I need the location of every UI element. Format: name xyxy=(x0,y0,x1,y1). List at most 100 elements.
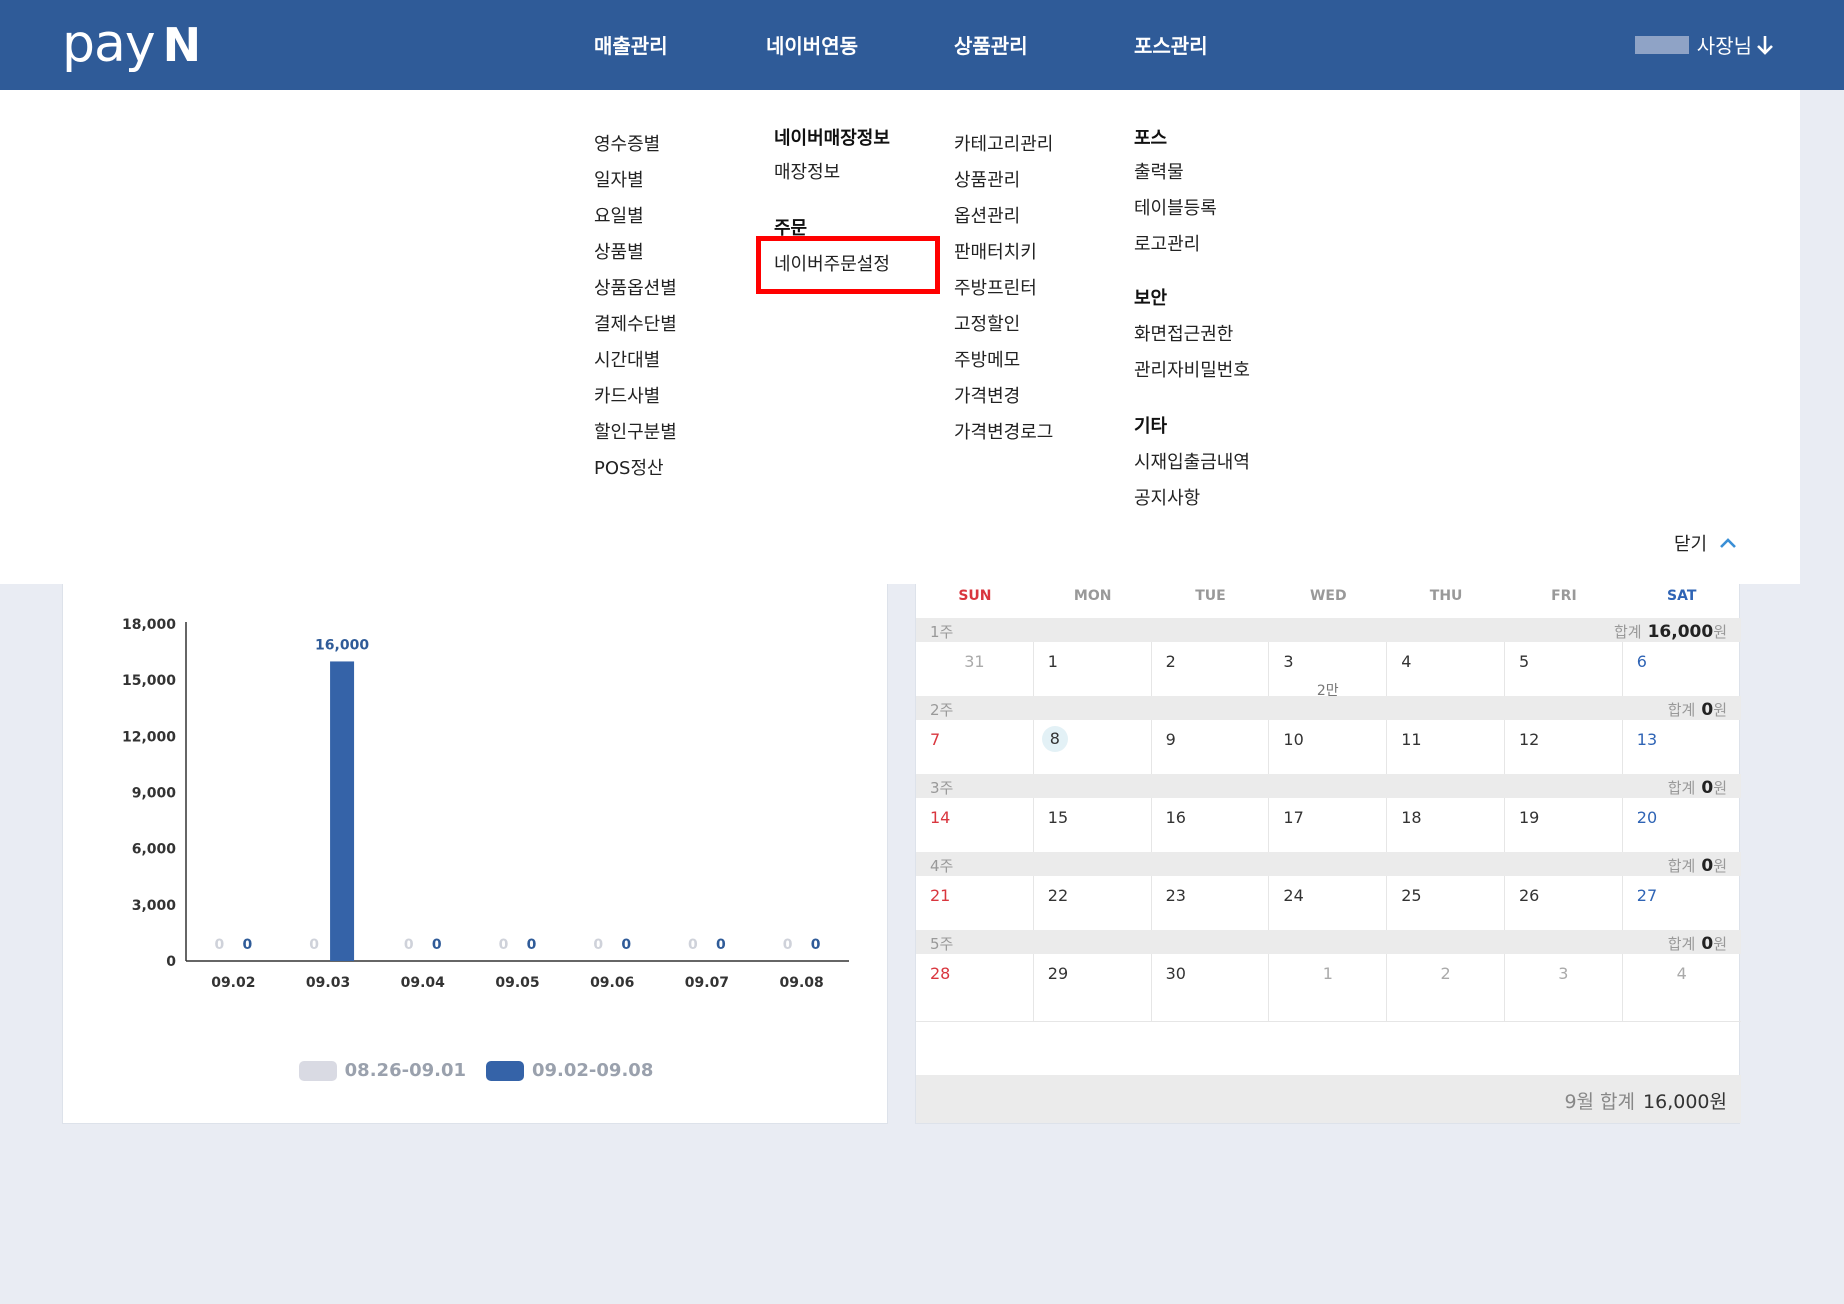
calendar-day[interactable]: 2 xyxy=(1387,954,1505,1022)
dow-sun: SUN xyxy=(958,588,992,604)
legend-label-previous: 08.26-09.01 xyxy=(344,1060,466,1081)
week-sum-label: 합계 xyxy=(1667,779,1696,797)
legend-current-week[interactable]: 09.02-09.08 xyxy=(486,1060,653,1081)
day-number: 1 xyxy=(1047,652,1058,671)
calendar-day[interactable]: 28 xyxy=(916,954,1034,1022)
dow-mon: MON xyxy=(1073,588,1112,604)
day-number: 4 xyxy=(1676,964,1687,983)
week-total: 합계 0원 xyxy=(1668,777,1727,798)
close-label: 닫기 xyxy=(1674,534,1708,555)
day-number: 6 xyxy=(1636,652,1647,671)
menu-notice[interactable]: 공지사항 xyxy=(1134,484,1200,510)
menu-store-info[interactable]: 매장정보 xyxy=(774,158,840,184)
week-sum-label: 합계 xyxy=(1667,857,1696,875)
close-menu-button[interactable]: 닫기 xyxy=(1674,530,1737,556)
pos-heading: 포스 xyxy=(1134,128,1168,149)
menu-by-payment-method[interactable]: 결제수단별 xyxy=(594,310,677,336)
menu-by-weekday[interactable]: 요일별 xyxy=(594,202,644,228)
menu-price-change[interactable]: 가격변경 xyxy=(954,382,1020,408)
legend-previous-week[interactable]: 08.26-09.01 xyxy=(298,1060,466,1081)
chart-legend: 08.26-09.01 09.02-09.08 xyxy=(63,1060,889,1081)
day-number: 20 xyxy=(1636,808,1658,827)
data-label-current: 16,000 xyxy=(315,637,369,653)
week-sum-value: 16,000 xyxy=(1647,622,1714,642)
bar-current-09.03 xyxy=(330,661,355,961)
day-number: 1 xyxy=(1322,964,1333,983)
menu-cash-in-out[interactable]: 시재입출금내역 xyxy=(1134,448,1250,474)
menu-screen-access[interactable]: 화면접근권한 xyxy=(1134,320,1233,346)
day-number: 21 xyxy=(930,886,951,905)
menu-by-day[interactable]: 일자별 xyxy=(594,166,644,192)
menu-table-registration[interactable]: 테이블등록 xyxy=(1134,194,1217,220)
menu-product-management[interactable]: 상품관리 xyxy=(954,166,1020,192)
x-tick-label: 09.04 xyxy=(401,975,446,991)
week-summary-bar: 1주 합계 16,000원 xyxy=(916,618,1741,642)
menu-by-product[interactable]: 상품별 xyxy=(594,238,644,264)
week-summary-bar: 3주 합계 0원 xyxy=(916,774,1741,798)
x-tick-label: 09.05 xyxy=(495,975,539,991)
calendar-day[interactable]: 1 xyxy=(1269,954,1388,1022)
menu-category-management[interactable]: 카테고리관리 xyxy=(954,130,1053,156)
day-number: 8 xyxy=(1041,726,1068,752)
week-sum-currency: 원 xyxy=(1713,701,1727,719)
month-total-bar: 9월 합계 16,000원 xyxy=(916,1075,1741,1123)
x-tick-label: 09.07 xyxy=(685,975,729,991)
month-total-label: 9월 합계 xyxy=(1564,1091,1636,1113)
menu-kitchen-memo[interactable]: 주방메모 xyxy=(954,346,1020,372)
menu-printout[interactable]: 출력물 xyxy=(1134,158,1184,184)
y-tick-label: 15,000 xyxy=(122,673,176,689)
calendar-day[interactable]: 4 xyxy=(1623,954,1741,1022)
payn-logo[interactable]: pay N xyxy=(62,14,201,74)
menu-by-product-option[interactable]: 상품옵션별 xyxy=(594,274,677,300)
week-sum-value: 0 xyxy=(1701,778,1714,798)
day-number: 10 xyxy=(1283,730,1304,749)
nav-naver-integration[interactable]: 네이버연동 xyxy=(766,30,858,59)
y-tick-label: 12,000 xyxy=(122,729,176,745)
naver-store-info-heading: 네이버매장정보 xyxy=(774,128,890,149)
menu-price-change-log[interactable]: 가격변경로그 xyxy=(954,418,1053,444)
day-number: 2 xyxy=(1165,652,1176,671)
menu-by-receipt[interactable]: 영수증별 xyxy=(594,130,660,156)
nav-product-management[interactable]: 상품관리 xyxy=(954,30,1028,59)
week-sum-value: 0 xyxy=(1701,934,1714,954)
y-tick-label: 18,000 xyxy=(122,617,176,633)
calendar-day[interactable]: 30 xyxy=(1152,954,1270,1022)
week-summary-bar: 5주 합계 0원 xyxy=(916,930,1741,954)
x-tick-label: 09.03 xyxy=(306,975,350,991)
user-menu[interactable]: 사장님 xyxy=(1634,30,1774,59)
data-label-current: 0 xyxy=(811,937,821,953)
menu-fixed-discount[interactable]: 고정할인 xyxy=(954,310,1020,336)
menu-pos-settlement[interactable]: POS정산 xyxy=(594,454,664,480)
week-label: 4주 xyxy=(930,857,954,875)
menu-by-time[interactable]: 시간대별 xyxy=(594,346,660,372)
menu-by-card-company[interactable]: 카드사별 xyxy=(594,382,660,408)
security-heading: 보안 xyxy=(1134,288,1168,309)
day-number: 25 xyxy=(1401,886,1422,905)
sales-chart-panel: 0 3,000 6,000 9,000 12,000 15,000 18,000 0 0 09.0… xyxy=(62,584,888,1124)
menu-option-management[interactable]: 옵션관리 xyxy=(954,202,1020,228)
data-label-previous: 0 xyxy=(688,937,698,953)
data-label-previous: 0 xyxy=(783,937,793,953)
user-name-redacted xyxy=(1634,35,1689,54)
week-total: 합계 0원 xyxy=(1668,699,1727,720)
week-sum-label: 합계 xyxy=(1667,701,1696,719)
logo-mark: N xyxy=(162,18,202,72)
calendar-day[interactable]: 3 xyxy=(1505,954,1623,1022)
menu-by-discount[interactable]: 할인구분별 xyxy=(594,418,677,444)
dow-thu: THU xyxy=(1429,588,1463,604)
calendar-day[interactable]: 29 xyxy=(1034,954,1152,1022)
day-number: 3 xyxy=(1283,652,1294,671)
menu-kitchen-printer[interactable]: 주방프린터 xyxy=(954,274,1037,300)
monthly-calendar: SUN MON TUE WED THU FRI SAT 1주 합계 16,000원 3… xyxy=(915,584,1741,1124)
week-sum-value: 0 xyxy=(1701,700,1714,720)
nav-sales-management[interactable]: 매출관리 xyxy=(594,30,668,59)
day-number: 7 xyxy=(930,730,941,749)
menu-logo-management[interactable]: 로고관리 xyxy=(1134,230,1200,256)
data-label-previous: 0 xyxy=(214,937,224,953)
nav-pos-management[interactable]: 포스관리 xyxy=(1134,30,1208,59)
menu-sales-touch-key[interactable]: 판매터치키 xyxy=(954,238,1037,264)
day-number: 16 xyxy=(1165,808,1186,827)
highlight-box xyxy=(756,236,940,294)
day-number: 31 xyxy=(964,652,985,671)
menu-admin-password[interactable]: 관리자비밀번호 xyxy=(1134,356,1250,382)
